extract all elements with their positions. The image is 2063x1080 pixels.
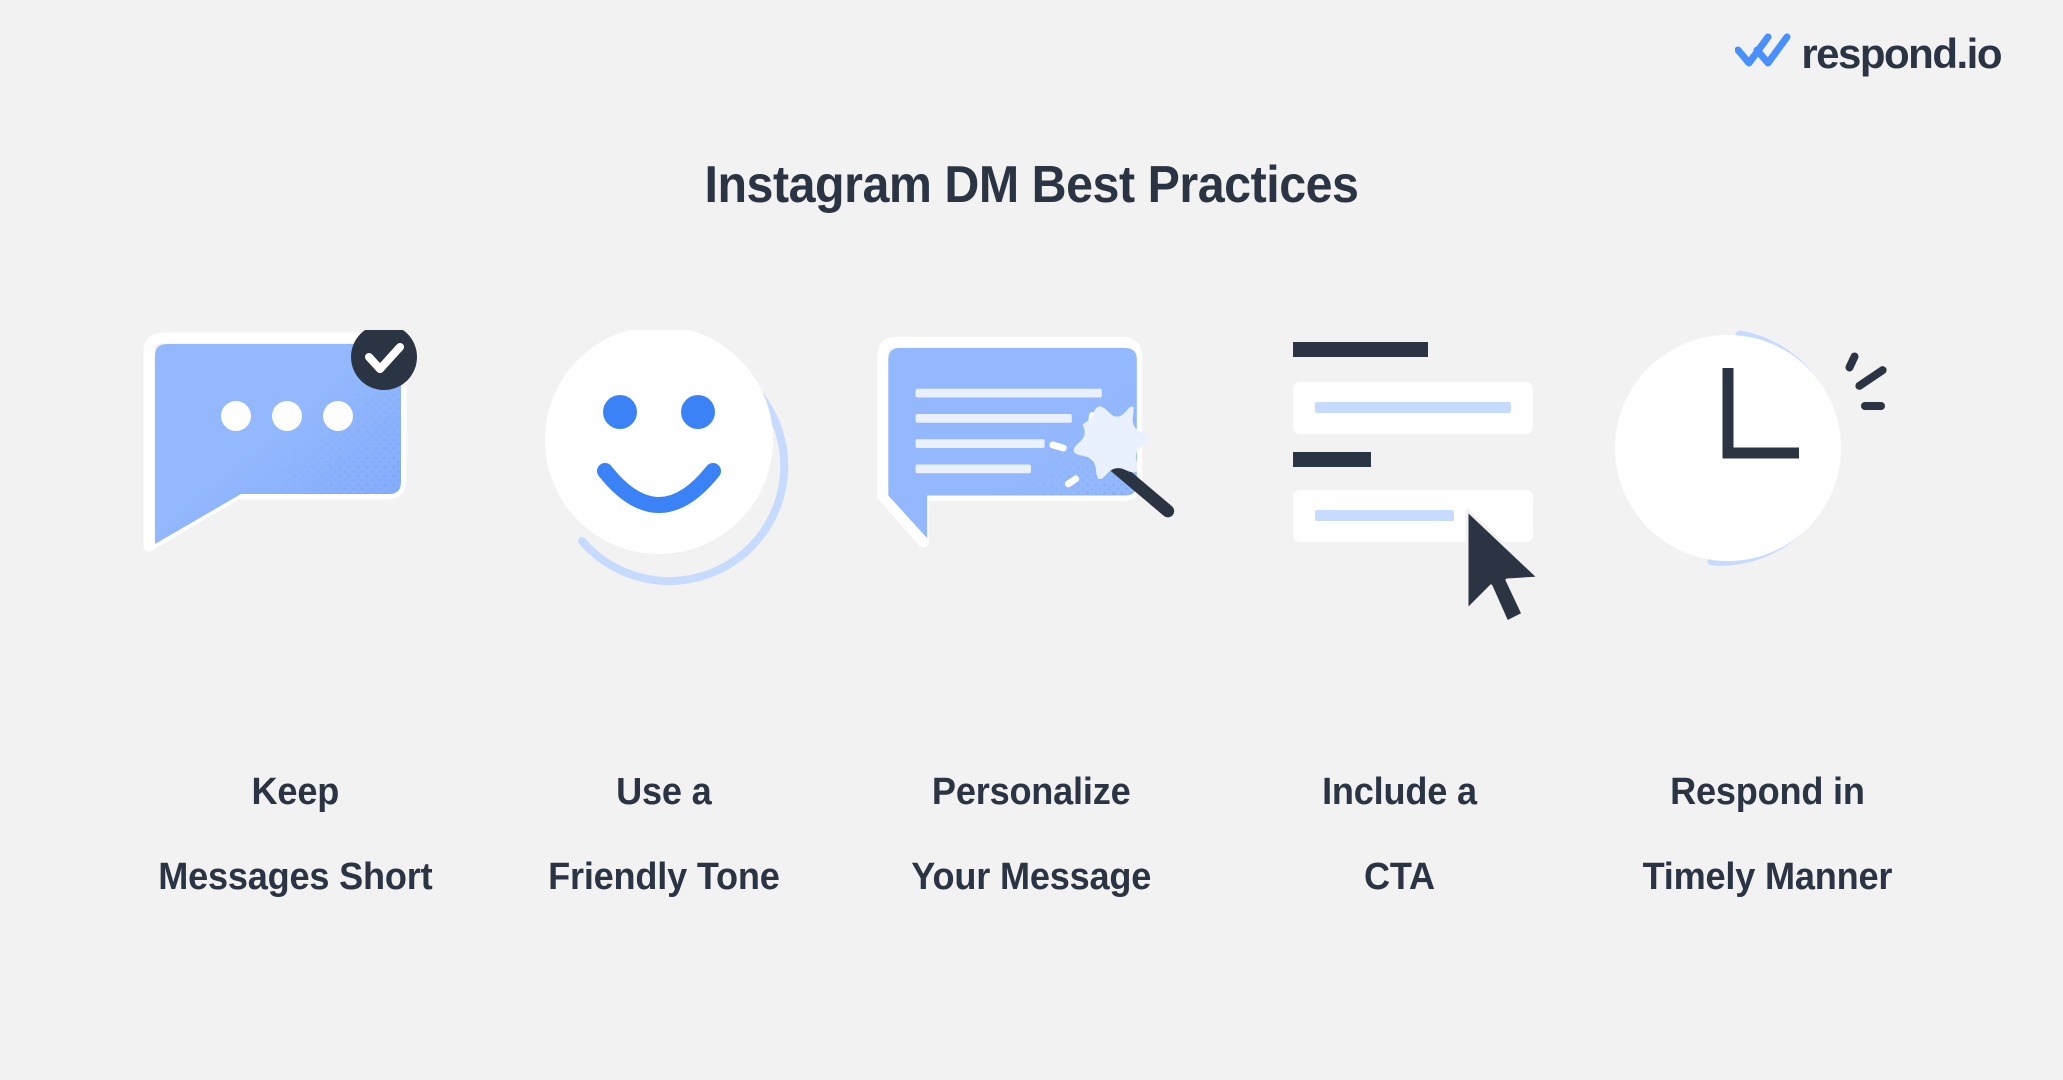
practice-label-line1: Respond in [1670, 770, 1865, 813]
form-field-value [1314, 402, 1511, 413]
practice-label: Include a CTA [1322, 728, 1477, 898]
practice-card-include-cta: Include a CTA [1216, 330, 1584, 898]
practice-card-personalize: Personalize Your Message [848, 330, 1216, 898]
practice-label: Respond in Timely Manner [1643, 728, 1893, 898]
text-line [915, 439, 1045, 448]
eye-left [602, 395, 637, 429]
practice-label-line1: Include a [1322, 770, 1477, 813]
face-circle [544, 330, 773, 554]
text-line [915, 388, 1102, 398]
form-label-bar [1292, 452, 1371, 467]
smiley-face-icon [499, 330, 829, 630]
practice-label-line1: Personalize [932, 770, 1131, 813]
form-fields-cursor-icon [1235, 330, 1565, 630]
practice-label: Personalize Your Message [912, 728, 1152, 898]
brand-logo[interactable]: respond.io [1734, 29, 2002, 77]
practice-label: Use a Friendly Tone [548, 728, 780, 898]
practice-label-line2: Friendly Tone [547, 855, 780, 898]
double-check-icon [1734, 32, 1791, 75]
clock-icon [1603, 330, 1933, 630]
infographic-canvas: respond.io Instagram DM Best Practices K… [0, 0, 2063, 1080]
practice-label-line1: Use a [615, 770, 712, 813]
form-label-bar [1292, 342, 1428, 357]
text-line [915, 414, 1072, 423]
motion-tick [1854, 366, 1887, 390]
practice-card-friendly-tone: Use a Friendly Tone [480, 330, 848, 898]
form-field-value [1314, 510, 1454, 521]
typing-dot [220, 401, 251, 431]
practice-label-line2: Your Message [911, 855, 1152, 898]
motion-tick [1860, 402, 1885, 410]
practice-label-line2: Timely Manner [1642, 855, 1893, 898]
practices-row: Keep Messages Short Use a Friendly Tone … [0, 330, 2063, 898]
brand-name: respond.io [1801, 29, 2002, 77]
typing-dot [271, 401, 302, 431]
speech-bubble-magic-wand-icon [867, 330, 1197, 630]
practice-card-keep-messages-short: Keep Messages Short [112, 330, 480, 898]
text-line [915, 464, 1031, 474]
practice-card-timely-manner: Respond in Timely Manner [1584, 330, 1952, 898]
speech-bubble-typing-check-icon [131, 330, 461, 630]
eye-right [680, 395, 715, 429]
practice-label-line2: Messages Short [158, 855, 433, 898]
practice-label: Keep Messages Short [158, 728, 432, 898]
page-title: Instagram DM Best Practices [704, 155, 1359, 214]
typing-dot [322, 401, 353, 431]
motion-tick [1844, 352, 1859, 372]
practice-label-line2: CTA [1364, 855, 1435, 898]
practice-label-line1: Keep [251, 770, 340, 813]
